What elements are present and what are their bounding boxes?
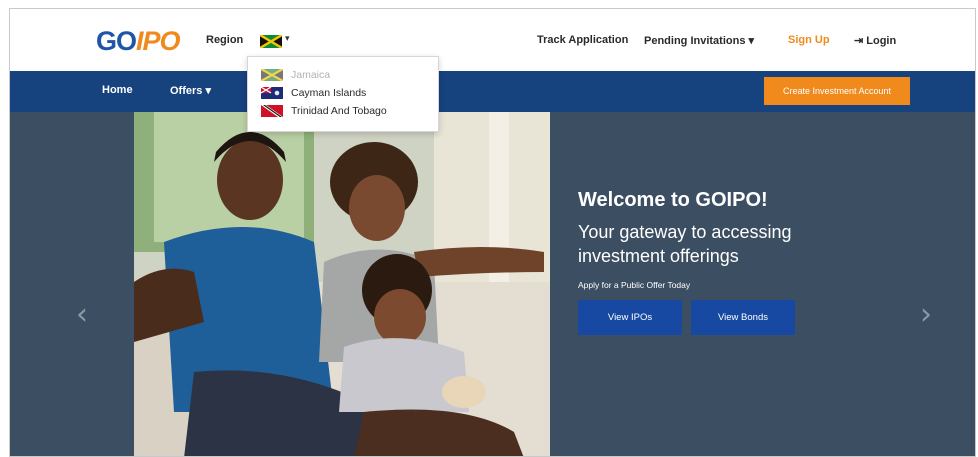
nav-home[interactable]: Home — [102, 84, 133, 96]
region-option-cayman[interactable]: Cayman Islands — [248, 84, 438, 102]
logo-go: GO — [96, 26, 137, 56]
region-caret-icon[interactable]: ▾ — [285, 33, 290, 44]
goipo-logo[interactable]: GOIPO — [96, 26, 181, 56]
region-option-label: Trinidad And Tobago — [291, 105, 387, 117]
track-application-link[interactable]: Track Application — [537, 34, 628, 46]
carousel-next-icon[interactable]: › — [920, 297, 932, 332]
browser-frame: GOIPO Region ▾ Track Application Pending… — [9, 8, 976, 457]
top-header: GOIPO Region ▾ Track Application Pending… — [10, 9, 975, 71]
hero-tagline: Apply for a Public Offer Today — [578, 280, 691, 290]
jamaica-flag-icon[interactable] — [260, 35, 282, 48]
nav-offers[interactable]: Offers ▾ — [170, 84, 211, 97]
jamaica-flag-icon — [261, 69, 283, 81]
logo-ipo: IPO — [136, 26, 181, 56]
trinidad-flag-icon — [261, 105, 283, 117]
view-ipos-button[interactable]: View IPOs — [578, 300, 682, 335]
region-option-label: Jamaica — [291, 69, 331, 81]
region-option-jamaica[interactable]: Jamaica — [248, 66, 438, 84]
view-bonds-button[interactable]: View Bonds — [691, 300, 795, 335]
region-dropdown: Jamaica Cayman Islands Trinidad And Toba… — [247, 56, 439, 132]
carousel-prev-icon[interactable]: ‹ — [76, 297, 88, 332]
region-option-trinidad[interactable]: Trinidad And Tobago — [248, 102, 438, 120]
region-label: Region — [206, 34, 244, 46]
hero-title: Welcome to GOIPO! — [578, 189, 768, 211]
create-investment-account-button[interactable]: Create Investment Account — [764, 77, 910, 105]
hero-carousel: ‹ › Welcome to GOIPO! Your gateway to ac… — [10, 112, 975, 456]
hero-subtitle: Your gateway to accessing investment off… — [578, 222, 792, 266]
cayman-flag-icon — [261, 87, 283, 99]
login-link[interactable]: ⇥ Login — [854, 34, 896, 47]
main-navbar: Home Offers ▾ Create Investment Account — [10, 71, 975, 112]
region-option-label: Cayman Islands — [291, 87, 367, 99]
sign-up-link[interactable]: Sign Up — [788, 34, 830, 46]
family-photo — [134, 112, 550, 456]
pending-invitations-menu[interactable]: Pending Invitations ▾ — [644, 34, 754, 47]
